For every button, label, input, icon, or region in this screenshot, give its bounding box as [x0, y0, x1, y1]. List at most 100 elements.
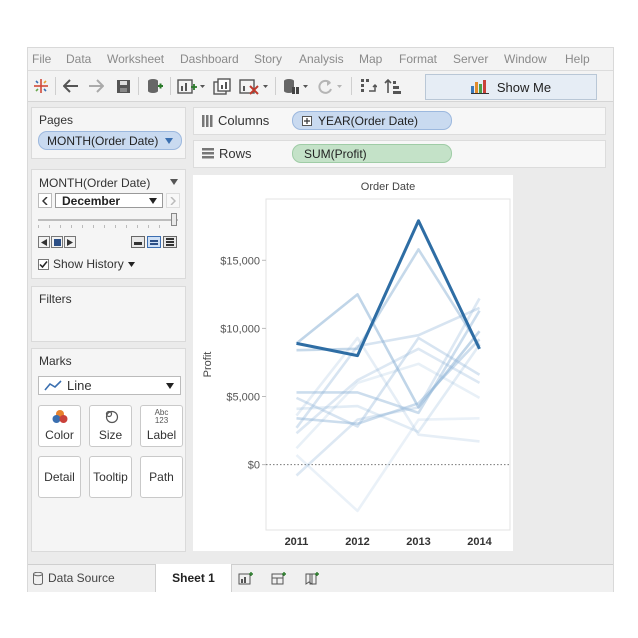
dropdown-arrow-icon[interactable] [127, 261, 135, 267]
history-series-line[interactable] [296, 310, 481, 415]
playback-controls [38, 236, 76, 248]
toolbar-separator [351, 77, 352, 95]
rows-pill[interactable]: SUM(Profit) [292, 144, 452, 163]
new-worksheet-tab-icon[interactable] [238, 571, 254, 588]
toolbar-separator [170, 77, 171, 95]
menu-server[interactable]: Server [453, 52, 488, 66]
speed-fast-button[interactable] [163, 236, 177, 248]
menu-bar: File Data Worksheet Dashboard Story Anal… [28, 48, 613, 71]
clear-sheet-icon[interactable] [238, 76, 270, 96]
label-button[interactable]: Abc 123 Label [140, 405, 183, 447]
rows-shelf[interactable]: Rows SUM(Profit) [193, 140, 606, 168]
filters-title: Filters [39, 292, 72, 306]
forward-arrow-icon[interactable] [86, 76, 106, 96]
play-forward-button[interactable] [64, 236, 76, 248]
chevron-left-icon [42, 196, 48, 205]
history-series-line[interactable] [295, 362, 481, 450]
toolbar-separator [275, 77, 276, 95]
pause-auto-updates-icon[interactable] [281, 76, 311, 96]
menu-story[interactable]: Story [254, 52, 282, 66]
speed-slow-button[interactable] [131, 236, 145, 248]
new-worksheet-icon[interactable] [176, 76, 206, 96]
stop-button[interactable] [51, 236, 63, 248]
previous-page-button[interactable] [38, 193, 52, 208]
tooltip-button[interactable]: Tooltip [89, 456, 132, 498]
path-button[interactable]: Path [140, 456, 183, 498]
y-tick-label: $10,000 [220, 323, 260, 335]
rows-pill-label: SUM(Profit) [304, 146, 367, 161]
sheet-tab[interactable]: Sheet 1 [155, 564, 232, 592]
profit-line-chart[interactable]: Order Date Profit $15,000 $10,000 $5,000 $0 20… [193, 175, 513, 551]
bottom-tab-bar: Data Source Sheet 1 [28, 564, 613, 592]
label-label: Label [146, 428, 177, 442]
x-tick-label: 2012 [345, 536, 369, 548]
new-data-source-icon[interactable] [143, 76, 165, 96]
color-icon [52, 410, 67, 423]
color-label: Color [45, 428, 74, 442]
pages-pill[interactable]: MONTH(Order Date) [38, 131, 182, 150]
filters-card: Filters [31, 286, 186, 342]
show-me-button[interactable]: Show Me [425, 74, 597, 100]
current-series-line[interactable] [296, 219, 481, 358]
new-story-tab-icon[interactable] [304, 571, 320, 588]
menu-worksheet[interactable]: Worksheet [107, 52, 164, 66]
month-select-value: December [62, 193, 121, 208]
menu-data[interactable]: Data [66, 52, 91, 66]
y-tick-label: $15,000 [220, 255, 260, 267]
next-page-button[interactable] [166, 193, 180, 208]
tableau-window: File Data Worksheet Dashboard Story Anal… [27, 47, 614, 592]
size-button[interactable]: Size [89, 405, 132, 447]
color-button[interactable]: Color [38, 405, 81, 447]
page-control-title: MONTH(Order Date) [39, 176, 151, 190]
menu-file[interactable]: File [32, 52, 51, 66]
columns-shelf[interactable]: Columns YEAR(Order Date) [193, 107, 606, 135]
toolbar: Show Me [28, 71, 613, 102]
chevron-right-icon [170, 196, 176, 205]
menu-map[interactable]: Map [359, 52, 382, 66]
play-forward-icon [67, 238, 73, 246]
data-source-tab[interactable]: Data Source [33, 571, 115, 585]
new-dashboard-tab-icon[interactable] [271, 571, 287, 588]
columns-pill[interactable]: YEAR(Order Date) [292, 111, 452, 130]
card-menu-arrow-icon[interactable] [170, 179, 178, 185]
play-backward-button[interactable] [38, 236, 50, 248]
size-label: Size [98, 428, 123, 442]
menu-help[interactable]: Help [565, 52, 590, 66]
speed-medium-button[interactable] [147, 236, 161, 248]
menu-analysis[interactable]: Analysis [299, 52, 344, 66]
x-tick-label: 2013 [406, 536, 430, 548]
rows-icon [202, 148, 214, 159]
history-series-line[interactable] [296, 248, 481, 352]
save-icon[interactable] [113, 76, 133, 96]
show-history-control[interactable]: Show History [38, 257, 135, 271]
chart-header-title: Order Date [361, 181, 415, 193]
menu-window[interactable]: Window [504, 52, 547, 66]
detail-button[interactable]: Detail [38, 456, 81, 498]
y-tick-label: $0 [248, 460, 260, 472]
show-history-checkbox[interactable] [38, 258, 49, 270]
menu-dashboard[interactable]: Dashboard [180, 52, 239, 66]
mark-type-select[interactable]: Line [38, 376, 181, 395]
rows-shelf-label: Rows [202, 146, 252, 161]
page-slider-track[interactable] [38, 219, 178, 221]
sort-ascending-icon[interactable] [382, 76, 402, 96]
month-select[interactable]: December [55, 193, 163, 208]
chevron-down-icon [166, 383, 174, 389]
visualization-pane[interactable]: Order Date Profit $15,000 $10,000 $5,000 $0 20… [193, 175, 513, 551]
back-arrow-icon[interactable] [61, 76, 81, 96]
refresh-icon[interactable] [316, 76, 346, 96]
page-slider-thumb[interactable] [171, 213, 177, 226]
columns-pill-label: YEAR(Order Date) [318, 113, 419, 128]
label-text-icon: Abc 123 [154, 408, 169, 425]
expand-plus-icon[interactable] [302, 115, 312, 126]
toolbar-separator [55, 77, 56, 95]
path-label: Path [149, 470, 174, 484]
y-tick-label: $5,000 [226, 392, 260, 404]
chevron-down-icon [149, 198, 157, 204]
speed-controls [131, 236, 177, 248]
menu-format[interactable]: Format [399, 52, 437, 66]
duplicate-sheet-icon[interactable] [212, 76, 232, 96]
swap-rows-columns-icon[interactable] [358, 76, 378, 96]
tableau-logo-icon[interactable] [31, 76, 51, 96]
line-mark-icon [44, 379, 62, 391]
